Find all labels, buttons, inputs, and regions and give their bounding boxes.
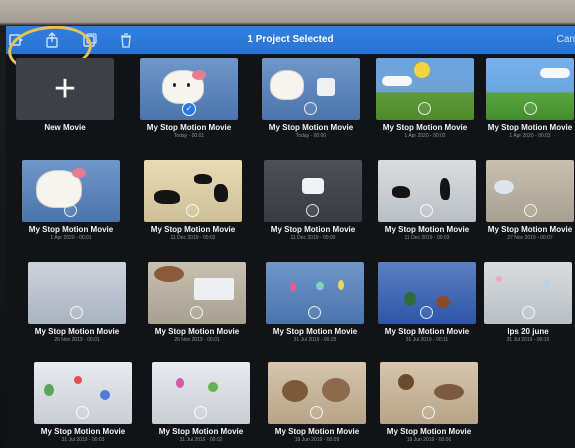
project-title: My Stop Motion Movie [272,327,358,336]
imovie-projects-screen: 1 Project Selected Can + New Movie ✓ My … [6,26,575,448]
project-title: My Stop Motion Movie [384,327,470,336]
select-ring-icon[interactable] [190,306,203,319]
project-meta: 31 Jul 2019 - 00:25 [293,337,337,343]
select-ring-icon[interactable] [186,204,199,217]
project-meta: 31 Jul 2019 - 00:03 [61,437,105,443]
select-ring-icon[interactable] [524,204,537,217]
project-thumb[interactable] [144,160,242,222]
project-title: My Stop Motion Movie [386,427,472,436]
project-meta: 19 Jun 2019 - 00:09 [294,437,340,443]
project-meta: 31 Jul 2019 - 00:16 [506,337,550,343]
project-meta: 31 Jul 2019 - 00:02 [179,437,223,443]
project-tile[interactable]: My Stop Motion Movie Today - 00:00 [262,58,360,139]
project-title: My Stop Motion Movie [268,123,354,132]
project-meta: 27 Nov 2019 - 00:07 [507,235,553,241]
project-tile[interactable]: My Stop Motion Movie 1 Apr 2020 - 00:02 [376,58,474,139]
project-title: My Stop Motion Movie [150,225,236,234]
project-title: My Stop Motion Movie [40,427,126,436]
project-thumb[interactable] [266,262,364,324]
select-ring-icon[interactable] [420,204,433,217]
select-ring-icon[interactable] [304,102,317,115]
project-grid: + New Movie ✓ My Stop Motion Movie Today… [14,58,575,448]
project-thumb[interactable] [486,160,574,222]
project-tile[interactable]: My Stop Motion Movie 1 Apr 2020 - 00:03 [486,58,574,139]
project-tile[interactable]: My Stop Motion Movie 27 Nov 2019 - 00:07 [486,160,574,241]
project-meta: 31 Jul 2019 - 00:11 [405,337,449,343]
selected-check-icon[interactable]: ✓ [182,102,196,116]
select-ring-icon[interactable] [420,306,433,319]
project-tile[interactable]: My Stop Motion Movie 26 Nov 2019 - 00:01 [148,262,246,343]
project-meta: 11 Dec 2019 - 00:03 [404,235,450,241]
project-meta: 19 Jun 2019 - 00:06 [406,437,452,443]
new-movie-tile[interactable]: + New Movie [16,58,114,132]
project-meta: 26 Nov 2019 - 00:01 [54,337,100,343]
select-ring-icon[interactable] [422,406,435,419]
project-tile[interactable]: My Stop Motion Movie 31 Jul 2019 - 00:25 [266,262,364,343]
project-title: My Stop Motion Movie [274,427,360,436]
select-ring-icon[interactable] [194,406,207,419]
project-title: My Stop Motion Movie [158,427,244,436]
project-thumb[interactable] [148,262,246,324]
project-tile[interactable]: lps 20 june 31 Jul 2019 - 00:16 [484,262,572,343]
project-tile[interactable]: My Stop Motion Movie 19 Jun 2019 - 00:06 [380,362,478,443]
project-meta: Today - 00:00 [295,133,327,139]
new-movie-thumb[interactable]: + [16,58,114,120]
project-thumb[interactable] [22,160,120,222]
project-thumb[interactable] [152,362,250,424]
project-title: My Stop Motion Movie [487,225,573,234]
project-tile[interactable]: My Stop Motion Movie 19 Jun 2019 - 00:09 [268,362,366,443]
select-ring-icon[interactable] [308,306,321,319]
select-ring-icon[interactable] [310,406,323,419]
project-meta: Today - 00:01 [173,133,205,139]
project-thumb[interactable] [378,160,476,222]
select-ring-icon[interactable] [418,102,431,115]
project-tile[interactable]: My Stop Motion Movie 31 Jul 2019 - 00:03 [34,362,132,443]
project-tile[interactable]: My Stop Motion Movie 11 Dec 2019 - 00:03 [378,160,476,241]
cancel-button[interactable]: Can [557,34,575,45]
project-thumb[interactable] [262,58,360,120]
project-thumb[interactable] [380,362,478,424]
project-thumb[interactable] [268,362,366,424]
project-title: My Stop Motion Movie [154,327,240,336]
project-thumb[interactable] [264,160,362,222]
project-title: My Stop Motion Movie [487,123,573,132]
project-thumb[interactable] [34,362,132,424]
project-title: lps 20 june [507,327,549,336]
select-ring-icon[interactable] [306,204,319,217]
project-title: My Stop Motion Movie [34,327,120,336]
project-thumb[interactable] [28,262,126,324]
project-meta: 11 Dec 2019 - 00:00 [290,235,336,241]
project-tile[interactable]: My Stop Motion Movie 26 Nov 2019 - 00:01 [28,262,126,343]
project-title: My Stop Motion Movie [28,225,114,234]
project-meta: 1 Apr 2020 - 00:03 [509,133,551,139]
new-movie-label: New Movie [44,123,86,132]
project-tile[interactable]: ✓ My Stop Motion Movie Today - 00:01 [140,58,238,139]
project-tile[interactable]: My Stop Motion Movie 11 Dec 2019 - 00:00 [264,160,362,241]
project-title: My Stop Motion Movie [146,123,232,132]
project-tile[interactable]: My Stop Motion Movie 11 Dec 2019 - 00:02 [144,160,242,241]
select-ring-icon[interactable] [64,204,77,217]
project-title: My Stop Motion Movie [384,225,470,234]
project-meta: 11 Dec 2019 - 00:02 [170,235,216,241]
select-ring-icon[interactable] [70,306,83,319]
project-tile[interactable]: My Stop Motion Movie 31 Jul 2019 - 00:02 [152,362,250,443]
project-meta: 1 Apr 2020 - 00:01 [50,235,92,241]
project-meta: 26 Nov 2019 - 00:01 [174,337,220,343]
project-thumb[interactable] [378,262,476,324]
project-thumb[interactable] [486,58,574,120]
select-ring-icon[interactable] [524,102,537,115]
project-tile[interactable]: My Stop Motion Movie 1 Apr 2020 - 00:01 [22,160,120,241]
project-thumb[interactable] [376,58,474,120]
project-meta: 1 Apr 2020 - 00:02 [404,133,446,139]
project-tile[interactable]: My Stop Motion Movie 31 Jul 2019 - 00:11 [378,262,476,343]
plus-icon: + [53,68,77,110]
select-ring-icon[interactable] [522,306,535,319]
select-ring-icon[interactable] [76,406,89,419]
project-thumb[interactable]: ✓ [140,58,238,120]
project-title: My Stop Motion Movie [382,123,468,132]
project-thumb[interactable] [484,262,572,324]
project-title: My Stop Motion Movie [270,225,356,234]
